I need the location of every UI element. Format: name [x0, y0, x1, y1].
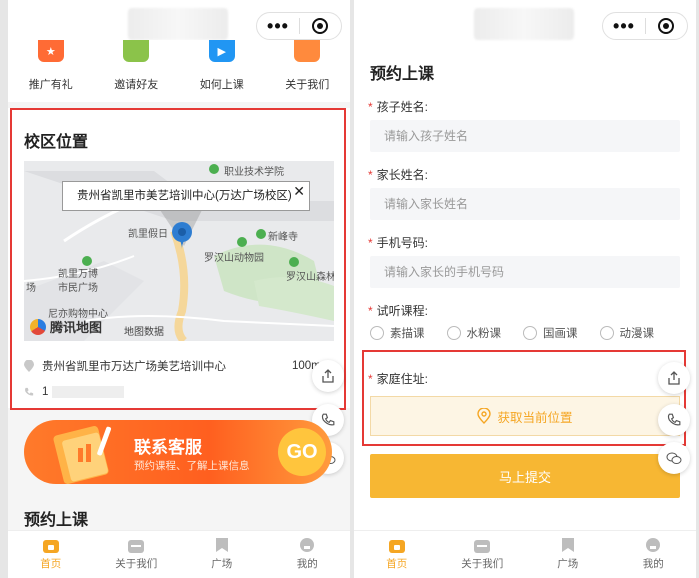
more-icon[interactable]: ••• — [257, 16, 299, 36]
course-option-chinese-painting[interactable]: 国画课 — [523, 325, 578, 341]
tab-square[interactable]: 广场 — [525, 531, 611, 578]
quick-nav-label: 如何上课 — [199, 79, 244, 91]
quick-nav-item-about[interactable]: 关于我们 — [265, 40, 351, 102]
banner-title: 联系客服 — [134, 438, 202, 457]
submit-button[interactable]: 马上提交 — [370, 454, 680, 498]
invite-icon — [123, 40, 150, 62]
parent-name-input[interactable] — [370, 188, 680, 220]
quick-nav-item-promotion[interactable]: ★ 推广有礼 — [8, 40, 94, 102]
tab-label: 广场 — [211, 558, 233, 570]
highlight-box-campus — [10, 108, 346, 410]
document-icon — [294, 40, 321, 62]
wechat-icon[interactable] — [658, 442, 690, 474]
tab-home[interactable]: 首页 — [8, 531, 94, 578]
bookmark-icon — [215, 538, 228, 552]
tab-label: 广场 — [557, 558, 579, 570]
book-illustration-icon — [53, 426, 112, 484]
banner-subtitle: 预约课程、了解上课信息 — [134, 460, 250, 472]
calendar-icon — [128, 540, 145, 553]
child-name-input[interactable] — [370, 120, 680, 152]
top-bar: ••• — [354, 0, 696, 46]
booking-screen: ••• 预约上课 *孩子姓名: *家长姓名: *手机号码: *试听课程: 素描课… — [354, 0, 696, 578]
tab-home[interactable]: 首页 — [354, 531, 440, 578]
play-icon: ▶ — [208, 40, 235, 62]
quick-nav-label: 推广有礼 — [28, 79, 73, 91]
go-button[interactable]: GO — [278, 428, 326, 476]
home-screen: ••• ★ 推广有礼 邀请好友 ▶ 如何上课 关于我们 校区位置 职业技术学院 … — [8, 0, 350, 578]
quick-nav-item-how-to[interactable]: ▶ 如何上课 — [179, 40, 265, 102]
tab-mine[interactable]: 我的 — [611, 531, 697, 578]
tab-bar: 首页 关于我们 广场 我的 — [354, 530, 696, 578]
mini-program-capsule: ••• — [256, 12, 342, 40]
bookmark-icon — [561, 538, 574, 552]
home-icon — [388, 540, 405, 553]
quick-nav: ★ 推广有礼 邀请好友 ▶ 如何上课 关于我们 — [8, 40, 350, 102]
star-icon: ★ — [37, 40, 64, 62]
home-icon — [42, 540, 59, 553]
course-option-gouache[interactable]: 水粉课 — [446, 325, 501, 341]
call-icon[interactable] — [658, 404, 690, 436]
quick-nav-label: 邀请好友 — [114, 79, 159, 91]
tab-label: 首页 — [386, 558, 408, 570]
tab-label: 我的 — [642, 558, 664, 570]
booking-form: 预约上课 *孩子姓名: *家长姓名: *手机号码: *试听课程: 素描课 水粉课… — [354, 46, 696, 530]
radio-circle — [599, 326, 614, 340]
share-icon[interactable] — [658, 362, 690, 394]
calendar-icon — [474, 540, 491, 553]
child-name-label: * 孩子姓名: — [368, 100, 429, 114]
parent-name-label: * 家长姓名: — [368, 168, 429, 182]
quick-nav-label: 关于我们 — [285, 79, 330, 91]
more-icon[interactable]: ••• — [603, 16, 645, 36]
share-icon[interactable] — [312, 360, 344, 392]
tab-label: 首页 — [40, 558, 62, 570]
course-label: * 试听课程: — [368, 304, 429, 318]
user-icon — [646, 538, 661, 552]
course-option-sketch[interactable]: 素描课 — [370, 325, 425, 341]
radio-circle — [446, 326, 461, 340]
close-target-icon[interactable] — [646, 18, 687, 34]
course-option-anime[interactable]: 动漫课 — [599, 325, 654, 341]
tab-label: 关于我们 — [461, 558, 504, 570]
booking-section-title: 预约上课 — [24, 512, 89, 529]
tab-about[interactable]: 关于我们 — [94, 531, 180, 578]
phone-input[interactable] — [370, 256, 680, 288]
quick-nav-item-invite[interactable]: 邀请好友 — [94, 40, 180, 102]
radio-circle — [370, 326, 384, 340]
tab-bar: 首页 关于我们 广场 我的 — [8, 530, 350, 578]
course-radio-group: 素描课 水粉课 国画课 动漫课 — [370, 325, 654, 341]
highlight-box-address — [362, 350, 686, 446]
booking-title: 预约上课 — [370, 66, 435, 83]
close-target-icon[interactable] — [300, 18, 341, 34]
tab-mine[interactable]: 我的 — [265, 531, 351, 578]
mini-program-capsule: ••• — [602, 12, 688, 40]
blurred-title — [128, 8, 228, 40]
tab-about[interactable]: 关于我们 — [440, 531, 526, 578]
user-icon — [300, 538, 315, 552]
radio-circle — [523, 326, 537, 340]
tab-square[interactable]: 广场 — [179, 531, 265, 578]
tab-label: 关于我们 — [115, 558, 158, 570]
blurred-title — [474, 8, 574, 40]
tab-label: 我的 — [296, 558, 318, 570]
contact-service-banner[interactable]: 联系客服 预约课程、了解上课信息 GO — [24, 420, 332, 484]
phone-label: * 手机号码: — [368, 236, 429, 250]
